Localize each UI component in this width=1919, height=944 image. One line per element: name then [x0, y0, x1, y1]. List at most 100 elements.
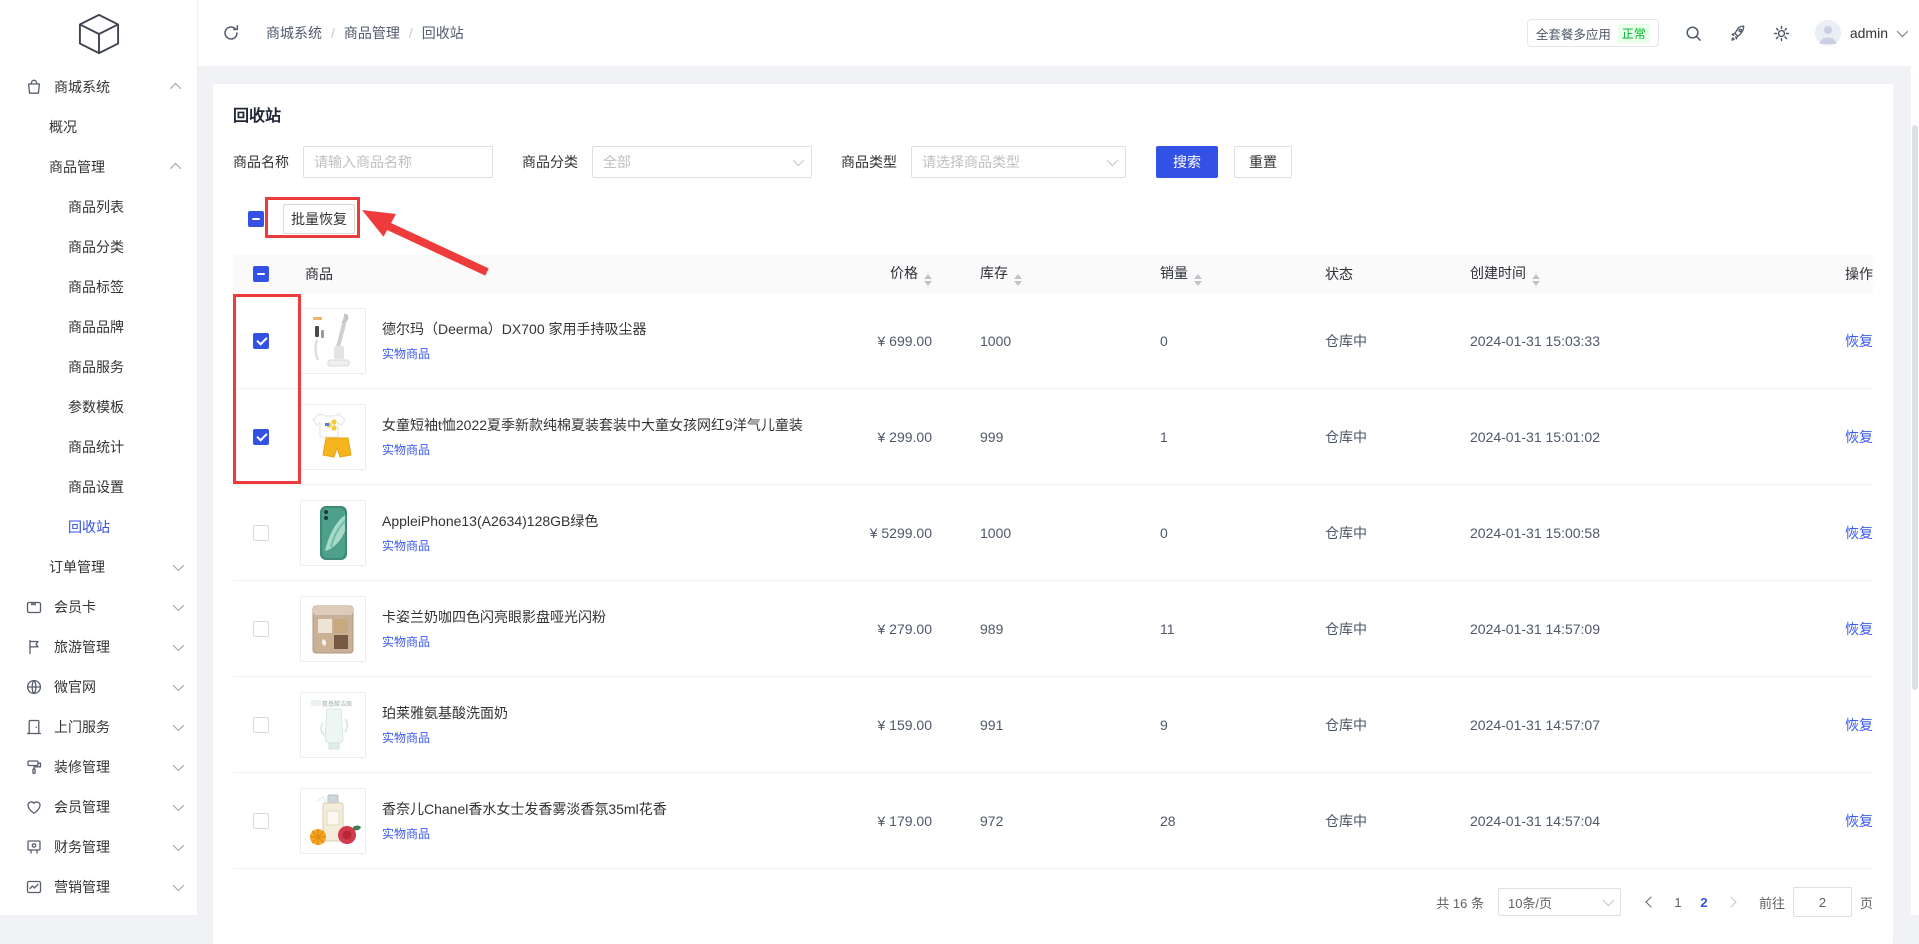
breadcrumb-item[interactable]: 商城系统 [266, 23, 322, 43]
sidebar-item-goods-settings[interactable]: 商品设置 [0, 467, 197, 507]
sidebar-item-goods-tags[interactable]: 商品标签 [0, 267, 197, 307]
row-checkbox[interactable] [253, 717, 269, 733]
restore-link[interactable]: 恢复 [1845, 621, 1873, 637]
sidebar-item-overview[interactable]: 概况 [0, 107, 197, 147]
gear-icon[interactable] [1772, 24, 1791, 43]
scrollbar-thumb[interactable] [1912, 125, 1918, 690]
sidebar-item-door-service[interactable]: 上门服务 [0, 707, 197, 747]
product-title: AppleiPhone13(A2634)128GB绿色 [382, 511, 598, 531]
sidebar-item-label: 会员管理 [54, 797, 110, 817]
type-select[interactable]: 请选择商品类型 [911, 146, 1126, 178]
column-header-stock[interactable]: 库存 [960, 263, 1140, 286]
sort-caret-icon[interactable] [924, 274, 932, 286]
page-number-1[interactable]: 1 [1665, 895, 1691, 910]
sort-caret-icon[interactable] [1532, 274, 1540, 286]
prev-page-button[interactable] [1637, 888, 1665, 916]
product-title: 卡姿兰奶咖四色闪亮眼影盘哑光闪粉 [382, 607, 606, 627]
restore-link[interactable]: 恢复 [1845, 333, 1873, 349]
travel-icon [25, 638, 43, 656]
reset-button[interactable]: 重置 [1234, 146, 1292, 178]
product-type-tag[interactable]: 实物商品 [382, 537, 430, 554]
search-button[interactable]: 搜索 [1156, 146, 1218, 178]
product-type-tag[interactable]: 实物商品 [382, 633, 430, 650]
sidebar-item-member-management[interactable]: 会员管理 [0, 787, 197, 827]
recycle-panel: 回收站 商品名称 商品分类 全部 商品类型 请选择商品类型 搜索 重置 批量恢复 [213, 84, 1893, 944]
plan-badge[interactable]: 全套餐多应用 正常 [1527, 19, 1659, 47]
goto-page-input[interactable] [1793, 887, 1852, 917]
row-checkbox[interactable] [253, 621, 269, 637]
restore-link[interactable]: 恢复 [1845, 429, 1873, 445]
stock-cell: 1000 [960, 525, 1140, 541]
page-number-2[interactable]: 2 [1691, 895, 1717, 910]
row-checkbox[interactable] [253, 429, 269, 445]
paint-roller-icon [25, 758, 43, 776]
product-type-tag[interactable]: 实物商品 [382, 441, 430, 458]
app-logo[interactable] [0, 0, 197, 67]
sidebar-item-goods-management[interactable]: 商品管理 [0, 147, 197, 187]
sidebar-item-micro-site[interactable]: 微官网 [0, 667, 197, 707]
sidebar-menu: 商城系统 概况 商品管理 商品列表 商品分类 商品标签 商品品牌 商品服务 参数… [0, 67, 197, 907]
sidebar-item-label: 参数模板 [68, 397, 124, 417]
status-cell: 仓库中 [1305, 811, 1450, 831]
sort-caret-icon[interactable] [1014, 274, 1022, 286]
sidebar-item-goods-list[interactable]: 商品列表 [0, 187, 197, 227]
product-name-input[interactable] [303, 146, 493, 178]
product-title: 德尔玛（Deerma）DX700 家用手持吸尘器 [382, 319, 647, 339]
rocket-icon[interactable] [1728, 24, 1747, 43]
sidebar-item-recycle-bin[interactable]: 回收站 [0, 507, 197, 547]
action-cell: 恢复 [1795, 811, 1873, 831]
product-info: AppleiPhone13(A2634)128GB绿色 实物商品 [382, 511, 598, 554]
restore-link[interactable]: 恢复 [1845, 813, 1873, 829]
refresh-icon[interactable] [222, 24, 240, 42]
table-row: AppleiPhone13(A2634)128GB绿色 实物商品 ¥ 5299.… [233, 485, 1873, 581]
batch-restore-button[interactable]: 批量恢复 [283, 204, 355, 234]
sidebar-item-mall-system[interactable]: 商城系统 [0, 67, 197, 107]
sidebar-item-goods-category[interactable]: 商品分类 [0, 227, 197, 267]
user-avatar[interactable] [1815, 20, 1841, 46]
sidebar-item-order-management[interactable]: 订单管理 [0, 547, 197, 587]
product-type-tag[interactable]: 实物商品 [382, 825, 430, 842]
sidebar-item-decoration-management[interactable]: 装修管理 [0, 747, 197, 787]
sidebar-item-member-card[interactable]: 会员卡 [0, 587, 197, 627]
sidebar-item-goods-service[interactable]: 商品服务 [0, 347, 197, 387]
sidebar-item-finance-management[interactable]: 财务管理 [0, 827, 197, 867]
breadcrumb: 商城系统/商品管理/回收站 [266, 23, 464, 43]
restore-link[interactable]: 恢复 [1845, 525, 1873, 541]
stock-cell: 1000 [960, 333, 1140, 349]
status-cell: 仓库中 [1305, 715, 1450, 735]
search-icon[interactable] [1684, 24, 1703, 43]
sidebar-item-goods-brand[interactable]: 商品品牌 [0, 307, 197, 347]
header-select-all-checkbox[interactable] [253, 266, 269, 282]
page-size-select[interactable]: 10条/页 [1498, 888, 1621, 916]
row-checkbox[interactable] [253, 813, 269, 829]
sidebar-item-param-template[interactable]: 参数模板 [0, 387, 197, 427]
column-header-sales[interactable]: 销量 [1140, 263, 1305, 286]
category-select[interactable]: 全部 [592, 146, 812, 178]
chevron-icon [173, 760, 184, 771]
chevron-icon [173, 640, 184, 651]
status-cell: 仓库中 [1305, 427, 1450, 447]
username[interactable]: admin [1850, 25, 1888, 41]
chevron-down-icon [793, 155, 804, 166]
product-type-tag[interactable]: 实物商品 [382, 345, 430, 362]
breadcrumb-item[interactable]: 商品管理 [344, 23, 400, 43]
row-checkbox[interactable] [253, 333, 269, 349]
row-checkbox[interactable] [253, 525, 269, 541]
select-all-checkbox[interactable] [248, 211, 264, 227]
product-type-tag[interactable]: 实物商品 [382, 729, 430, 746]
sidebar-item-travel-management[interactable]: 旅游管理 [0, 627, 197, 667]
user-menu-chevron-icon[interactable] [1897, 26, 1908, 37]
sidebar-item-label: 商品统计 [68, 437, 124, 457]
column-header-created[interactable]: 创建时间 [1450, 263, 1795, 286]
column-header-price[interactable]: 价格 [850, 263, 960, 286]
sort-caret-icon[interactable] [1194, 274, 1202, 286]
restore-link[interactable]: 恢复 [1845, 717, 1873, 733]
column-header-product: 商品 [289, 264, 850, 284]
sidebar-item-marketing-management[interactable]: 营销管理 [0, 867, 197, 907]
goto-unit-label: 页 [1860, 893, 1873, 912]
cube-logo-icon [76, 13, 122, 55]
next-page-button[interactable] [1717, 888, 1745, 916]
filter-type-label: 商品类型 [841, 152, 897, 172]
breadcrumb-item[interactable]: 回收站 [422, 23, 464, 43]
sidebar-item-goods-stats[interactable]: 商品统计 [0, 427, 197, 467]
